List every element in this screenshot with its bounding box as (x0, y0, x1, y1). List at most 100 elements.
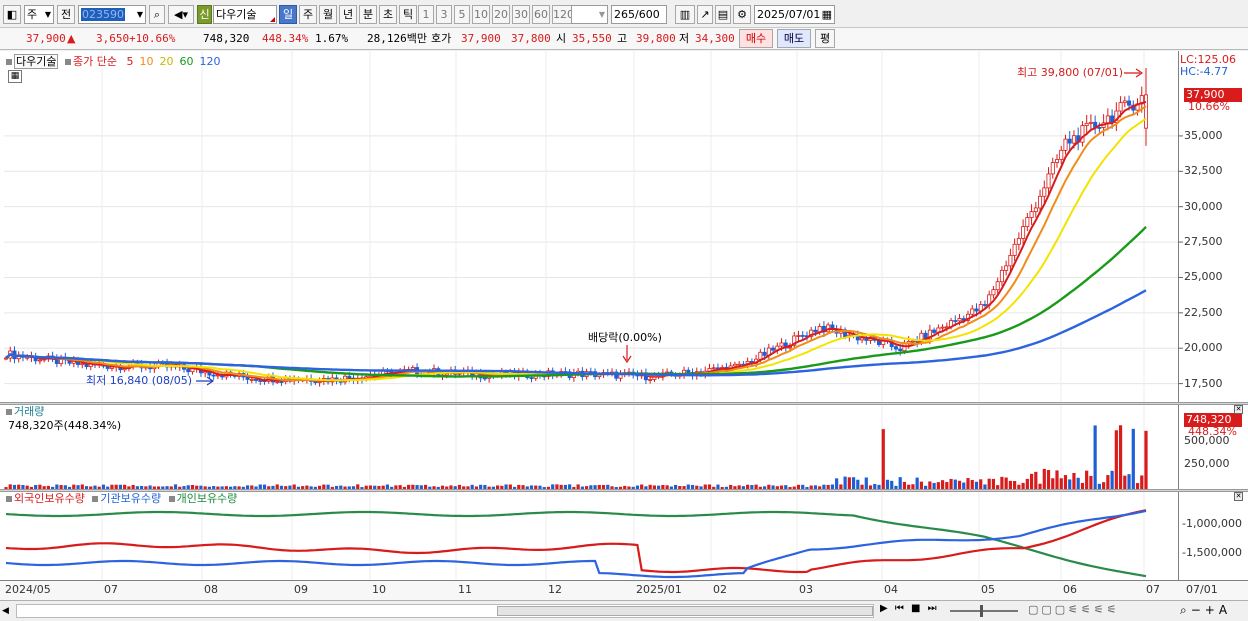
volume-bar (407, 484, 411, 489)
volume-bar (940, 480, 945, 489)
volume-bar (279, 485, 284, 489)
volume-bar (597, 484, 601, 489)
legend-ma-120[interactable]: 120 (199, 55, 220, 68)
playback-controls[interactable]: ▶ ⏮ ■ ⏭ (880, 603, 939, 614)
volume-bar (534, 485, 538, 489)
zoom-handle[interactable] (980, 605, 983, 617)
volume-bar (809, 485, 813, 489)
volume-bar (80, 484, 84, 489)
volume-bar (487, 486, 491, 489)
candle-body (732, 363, 737, 367)
volume-bar (873, 483, 877, 489)
zoom-slider[interactable] (950, 605, 1018, 617)
volume-bar (445, 486, 449, 489)
candle-body (860, 337, 865, 341)
volume-bar (741, 486, 745, 489)
volume-bar (830, 484, 834, 489)
volume-bar (762, 486, 767, 489)
legend-square-icon (64, 59, 71, 65)
scroll-thumb[interactable] (497, 606, 873, 616)
volume-bar (29, 486, 34, 489)
volume-bar (334, 485, 339, 489)
volume-bar (457, 484, 462, 489)
legend-ma-60[interactable]: 60 (179, 55, 193, 68)
volume-bar (529, 485, 534, 489)
x-tick-label: 07 (1146, 583, 1160, 596)
volume-bar (699, 486, 703, 489)
volume-bar (851, 477, 856, 489)
volume-bar (720, 487, 724, 489)
volume-bar (928, 481, 932, 489)
volume-bar (301, 486, 305, 489)
legend-ma-label[interactable]: 종가 단순 (73, 55, 117, 68)
volume-bar (165, 486, 169, 489)
volume-bar (970, 479, 974, 489)
chart-tool-icons[interactable]: ▢▢▢⚟⚟⚟⚟ (1028, 603, 1120, 616)
scroll-left-icon[interactable]: ◀ (2, 604, 14, 618)
volume-bar (326, 484, 330, 489)
volume-bar (254, 486, 258, 489)
zoom-controls[interactable]: ⌕−+A (1180, 603, 1231, 618)
legend-square-icon (168, 496, 175, 502)
legend-stock-name[interactable]: 다우기술 (14, 54, 59, 69)
volume-bar (127, 486, 131, 489)
legend-institution[interactable]: 기관보유수량 (100, 492, 161, 505)
volume-bar (284, 486, 288, 489)
volume-bar (161, 486, 165, 489)
volume-bar (805, 487, 809, 489)
volume-bar (665, 485, 669, 489)
volume-bar (173, 484, 178, 489)
close-icon[interactable]: ✕ (1234, 405, 1243, 414)
volume-bar (343, 486, 347, 489)
volume-bar (712, 486, 716, 489)
candle-body (800, 335, 805, 337)
x-tick-label: 08 (204, 583, 218, 596)
legend-foreign[interactable]: 외국인보유수량 (14, 492, 85, 505)
candle-body (953, 320, 958, 322)
volume-bar (34, 485, 38, 489)
volume-bar (1051, 478, 1055, 489)
volume-bar (1029, 473, 1034, 489)
volume-bar (707, 484, 712, 489)
volume-title-text[interactable]: 거래량 (14, 405, 44, 418)
volume-bar (737, 485, 741, 489)
candle-body (762, 351, 767, 356)
horizontal-scrollbar[interactable] (16, 604, 874, 618)
volume-bar (1140, 475, 1144, 489)
legend-individual[interactable]: 개인보유수량 (177, 492, 238, 505)
volume-bar (360, 487, 364, 489)
volume-bar (1034, 471, 1038, 489)
volume-bar (962, 482, 966, 489)
volume-bar (1114, 430, 1118, 489)
volume-bar (351, 486, 356, 489)
legend-ma-5[interactable]: 5 (126, 55, 133, 68)
grid-toggle-icon[interactable]: ▦ (8, 70, 22, 83)
volume-bar (678, 485, 682, 489)
volume-bar (84, 486, 89, 489)
legend-ma-10[interactable]: 10 (139, 55, 153, 68)
volume-bar (313, 486, 317, 489)
candle-body (1038, 195, 1043, 209)
candle-body (957, 318, 962, 322)
volume-bar (178, 486, 182, 489)
volume-bar (436, 486, 440, 489)
legend-ma-20[interactable]: 20 (159, 55, 173, 68)
volume-bar (440, 485, 445, 489)
volume-bar (546, 486, 551, 489)
volume-bar (63, 485, 67, 489)
candle-body (279, 381, 284, 383)
volume-bar (46, 485, 50, 489)
volume-bar (373, 485, 377, 489)
candle-body (796, 335, 801, 337)
volume-bar (729, 484, 733, 489)
legend-square-icon (6, 496, 12, 502)
volume-bar (182, 486, 186, 489)
volume-tick-label: 500,000 (1184, 434, 1230, 447)
volume-bar (690, 484, 695, 489)
volume-bar (538, 485, 542, 489)
volume-bar (42, 486, 46, 489)
volume-bar (610, 486, 614, 489)
volume-bar (106, 486, 110, 489)
close-icon[interactable]: ✕ (1234, 492, 1243, 501)
volume-bar (1068, 479, 1072, 489)
